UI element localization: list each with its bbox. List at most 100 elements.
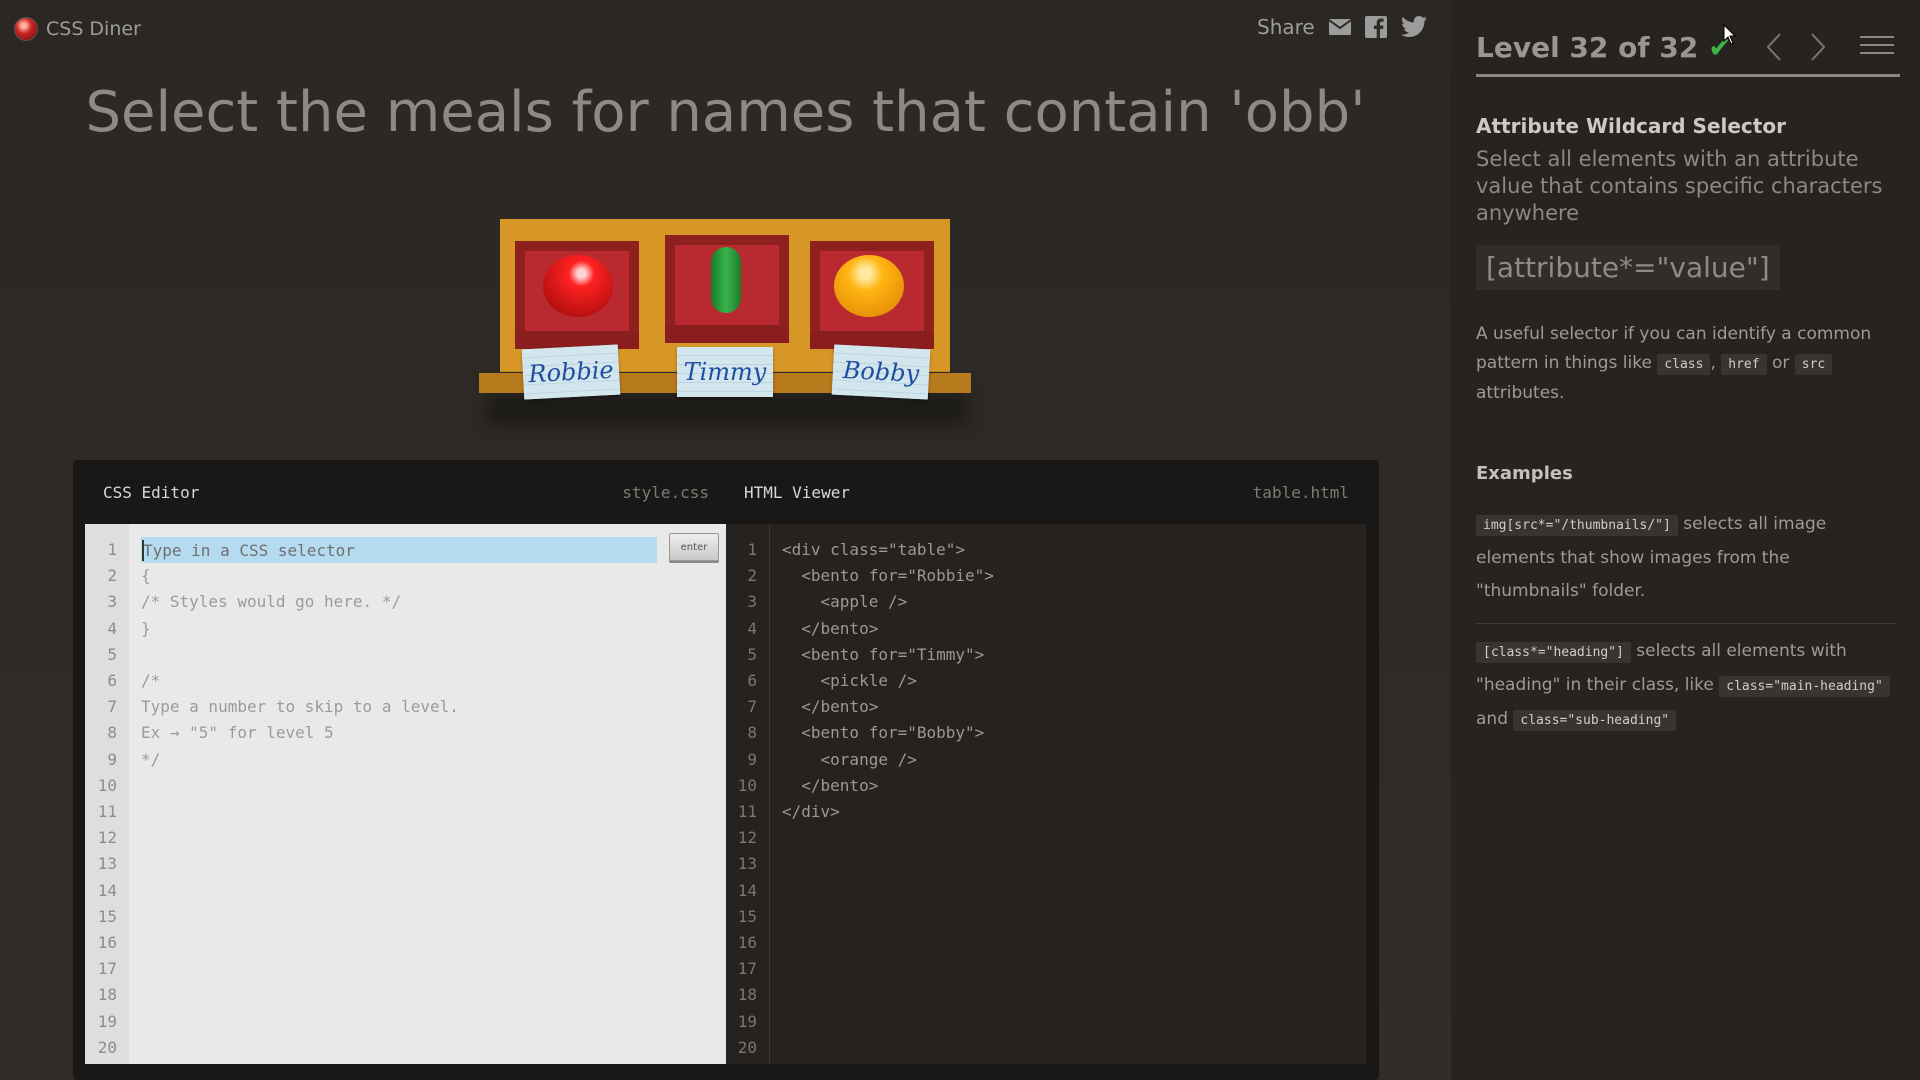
- orange-item[interactable]: [834, 255, 904, 317]
- level-progress-bar: [1476, 74, 1900, 77]
- apple-item[interactable]: [543, 255, 613, 317]
- line-number: 3: [747, 592, 757, 612]
- line-number: 8: [107, 723, 117, 743]
- css-code-line: }: [141, 618, 151, 638]
- html-viewer-title: HTML Viewer: [744, 482, 850, 502]
- css-code-line: {: [141, 566, 151, 586]
- html-code-line: <bento for="Timmy">: [782, 644, 985, 664]
- name-card-timmy: Timmy: [677, 347, 773, 397]
- pickle-item[interactable]: [711, 247, 741, 313]
- line-number: 14: [97, 880, 117, 900]
- line-number: 17: [97, 959, 117, 979]
- line-number: 16: [97, 933, 117, 953]
- example-1: img[src*="/thumbnails/"] selects all ima…: [1476, 514, 1827, 601]
- html-code-line: </bento>: [782, 618, 879, 638]
- name-card-robbie: Robbie: [521, 344, 621, 400]
- html-code-line: <bento for="Bobby">: [782, 723, 985, 743]
- line-number: 13: [97, 854, 117, 874]
- css-code-line: Ex → "5" for level 5: [141, 723, 334, 743]
- line-number: 6: [747, 671, 757, 691]
- sidebar: Level 32 of 32 ✔ Attribute Wildcard Sele…: [1451, 0, 1920, 1080]
- html-viewer: 1 2 3 4 5 6 7 8 9 10 11 12 13 14 15 16 17 18 19 20 <div cla…: [726, 524, 1366, 1064]
- line-number: 1: [107, 540, 117, 559]
- css-editor-title: CSS Editor: [103, 482, 200, 502]
- line-number: 3: [107, 592, 117, 612]
- line-number: 9: [747, 749, 757, 769]
- previous-level-button[interactable]: [1760, 29, 1788, 65]
- example-code: img[src*="/thumbnails/"]: [1476, 515, 1678, 536]
- share-bar: Share: [1257, 15, 1427, 39]
- bento-timmy[interactable]: [665, 235, 789, 343]
- line-number: 18: [97, 985, 117, 1005]
- code-chip: href: [1721, 354, 1767, 375]
- line-number: 20: [737, 1037, 757, 1057]
- html-code: <div class="table"> <bento for="Robbie">…: [782, 537, 994, 825]
- selector-help: A useful selector if you can identify a …: [1476, 324, 1872, 403]
- css-code-line: /*: [141, 671, 161, 690]
- selector-description: Select all elements with an attribute va…: [1476, 147, 1883, 225]
- line-number: 12: [97, 828, 117, 848]
- html-code-line: </bento>: [782, 775, 879, 795]
- css-code-line: */: [141, 749, 161, 769]
- chevron-left-icon: [1766, 33, 1781, 61]
- css-code-line: /* Styles would go here. */: [141, 592, 402, 612]
- game-area: CSS Diner Share Select the meals for nam…: [0, 0, 1451, 1080]
- menu-icon[interactable]: [1860, 30, 1894, 64]
- bento-table: Robbie Timmy Bobby: [475, 215, 975, 425]
- line-number: 1: [747, 540, 757, 559]
- line-number: 11: [737, 802, 757, 822]
- line-number: 17: [737, 959, 757, 979]
- selector-syntax: [attribute*="value"]: [1476, 245, 1780, 290]
- app-title: CSS Diner: [46, 18, 141, 40]
- bento-bobby[interactable]: [810, 241, 934, 349]
- line-number: 19: [737, 1011, 757, 1031]
- line-number: 15: [737, 906, 757, 926]
- line-number: 4: [747, 618, 757, 638]
- enter-button[interactable]: enter: [669, 533, 719, 561]
- css-file-name: style.css: [622, 482, 709, 502]
- share-label: Share: [1257, 15, 1315, 39]
- line-number: 12: [737, 828, 757, 848]
- html-code-line: <apple />: [782, 592, 908, 612]
- line-number: 5: [107, 644, 117, 664]
- html-code-line: </bento>: [782, 697, 879, 717]
- name-card-bobby: Bobby: [831, 344, 931, 400]
- css-selector-input[interactable]: [141, 537, 657, 563]
- html-code-line: </div>: [782, 802, 840, 822]
- line-number: 5: [747, 644, 757, 664]
- twitter-icon[interactable]: [1400, 16, 1427, 38]
- html-line-numbers: 1 2 3 4 5 6 7 8 9 10 11 12 13 14 15 16 17 18 19 20: [726, 524, 770, 1064]
- level-indicator[interactable]: Level 32 of 32: [1476, 31, 1698, 64]
- css-line-numbers: 1 2 3 4 5 6 7 8 9 10 11 12 13 14 15 16 17 18 19 20: [85, 524, 129, 1064]
- css-code-line: Type a number to skip to a level.: [141, 697, 459, 717]
- line-number: 7: [107, 697, 117, 717]
- line-number: 10: [737, 775, 757, 795]
- line-number: 15: [97, 906, 117, 926]
- example-2: [class*="heading"] selects all elements …: [1476, 635, 1896, 737]
- html-code-line: <orange />: [782, 749, 917, 769]
- next-level-button[interactable]: [1804, 29, 1832, 65]
- line-number: 11: [97, 802, 117, 822]
- bento-robbie[interactable]: [515, 241, 639, 349]
- html-code-line: <pickle />: [782, 671, 917, 691]
- css-editor[interactable]: 1234567891011121314151617181920 enter {/…: [85, 524, 726, 1064]
- code-chip: src: [1794, 354, 1833, 375]
- chevron-right-icon: [1811, 33, 1826, 61]
- level-instruction: Select the meals for names that contain …: [85, 80, 1366, 145]
- line-number: 13: [737, 854, 757, 874]
- examples-heading: Examples: [1476, 463, 1573, 484]
- email-icon[interactable]: [1328, 19, 1351, 35]
- html-viewer-header: HTML Viewer table.html: [744, 460, 1349, 524]
- example-code: class="sub-heading": [1513, 710, 1677, 731]
- line-number: 14: [737, 880, 757, 900]
- app-logo[interactable]: CSS Diner: [14, 17, 141, 41]
- css-code: { /* Styles would go here. */} /* Type a n…: [141, 563, 459, 773]
- css-code-line: [141, 642, 459, 668]
- editor-panel: CSS Editor style.css HTML Viewer table.h…: [73, 460, 1379, 1080]
- example-code: class="main-heading": [1719, 676, 1890, 697]
- level-progress-fill: [1476, 74, 1900, 77]
- line-number: 18: [737, 985, 757, 1005]
- facebook-icon[interactable]: [1364, 16, 1387, 38]
- html-code-line: <bento for="Robbie">: [782, 566, 994, 586]
- line-number: 9: [107, 749, 117, 769]
